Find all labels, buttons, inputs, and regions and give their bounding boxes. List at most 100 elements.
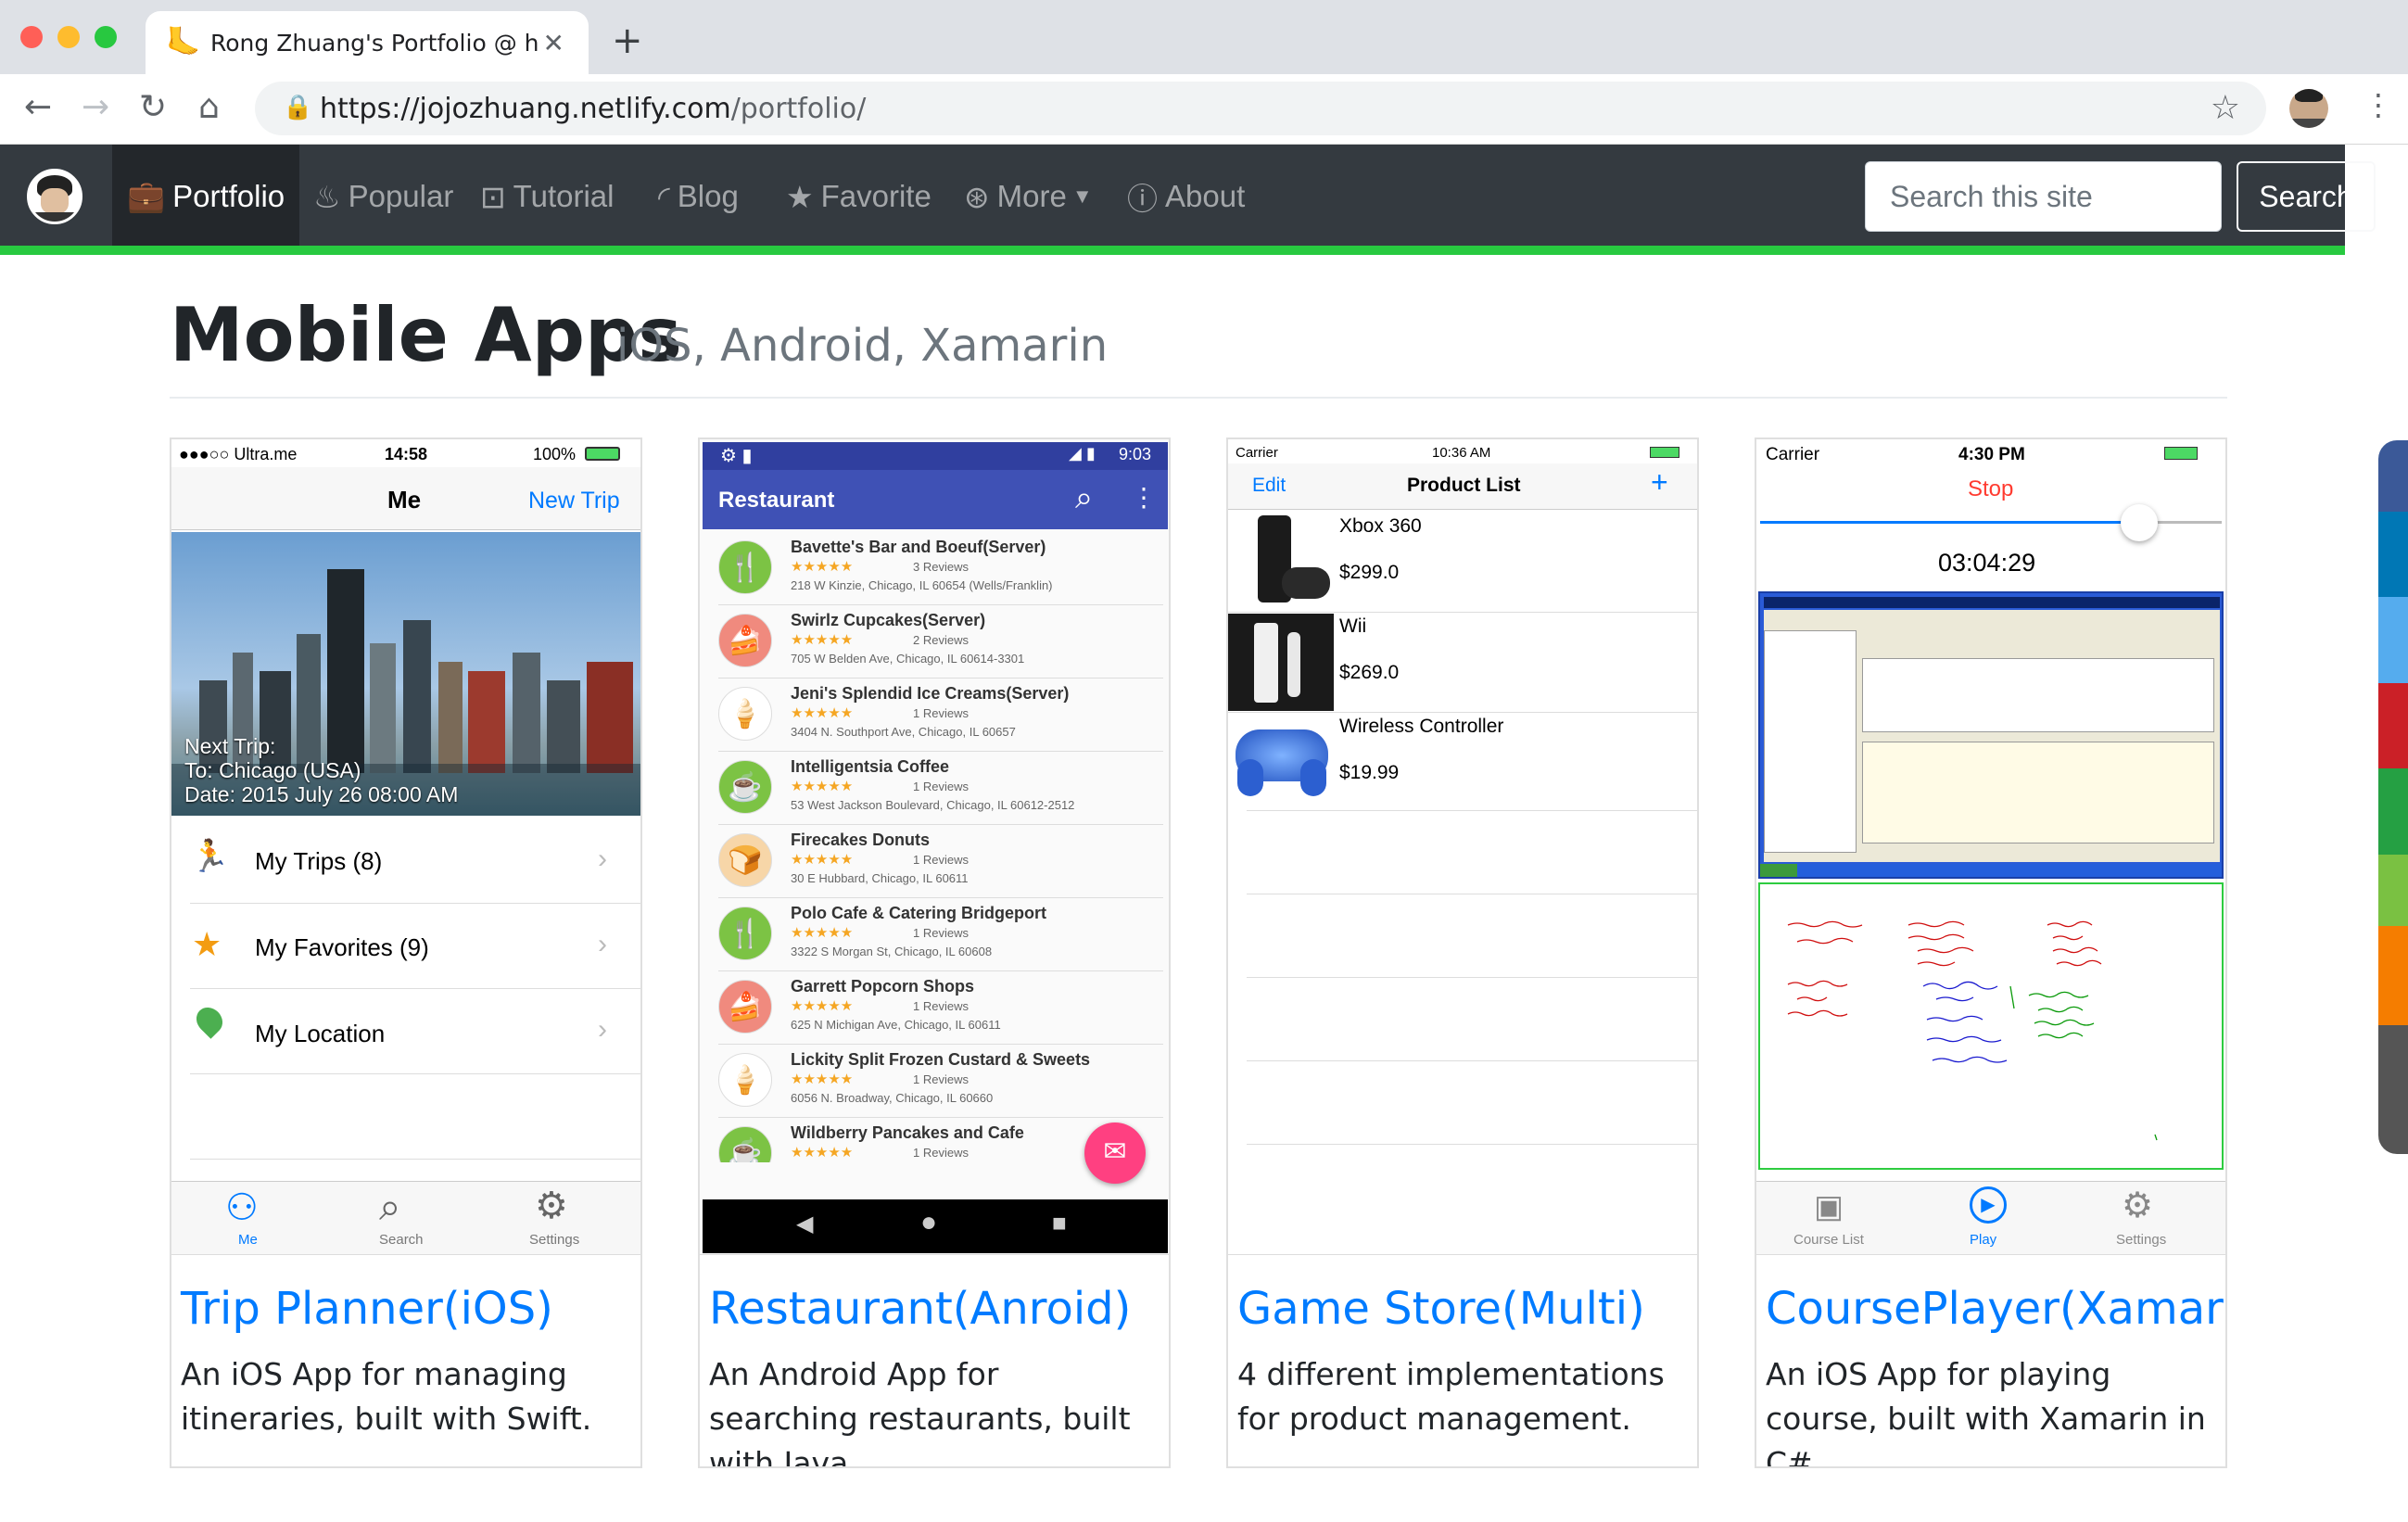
rating-stars: ★★★★★ (791, 852, 854, 868)
menu-dots-icon[interactable]: ⋮ (2364, 87, 2393, 122)
restaurant-thumbnail-icon: ☕ (718, 760, 772, 814)
bookmark-star-icon[interactable]: ☆ (2211, 89, 2240, 127)
maximize-window-button[interactable] (95, 26, 117, 48)
address-bar[interactable]: 🔒 https://jojozhuang.netlify.com/portfol… (255, 82, 2266, 135)
tab-label: Settings (2116, 1232, 2167, 1248)
review-count: 1 Reviews (913, 999, 969, 1013)
project-card-restaurant[interactable]: ⚙ ▮ ◢ ▮ 9:03 Restaurant ⌕ ⋮ 🍴 Bavette's B… (698, 438, 1171, 1468)
status-carrier: Carrier (1236, 445, 1278, 461)
status-battery: 100% (533, 445, 577, 463)
close-window-button[interactable] (20, 26, 43, 48)
battery-icon (1650, 447, 1679, 458)
nav-portfolio[interactable]: 💼 Portfolio (112, 145, 300, 248)
app-screenshot: ●●●○○ Ultra.me 14:58 100% Me New Trip Ne… (171, 439, 640, 1255)
app-screenshot: ⚙ ▮ ◢ ▮ 9:03 Restaurant ⌕ ⋮ 🍴 Bavette's B… (700, 439, 1169, 1255)
project-card-game-store[interactable]: Carrier 10:36 AM Edit Product List + Xbo… (1226, 438, 1699, 1468)
restaurant-thumbnail-icon: 🍴 (718, 540, 772, 594)
card-description: An Android App for searching restaurants… (709, 1356, 1131, 1468)
controller-image (1232, 722, 1334, 796)
battery-icon (2164, 447, 2198, 460)
profile-avatar[interactable] (2289, 89, 2328, 128)
lock-icon: 🔒 (283, 94, 313, 121)
product-name: Xbox 360 (1339, 515, 1422, 537)
restaurant-address: 53 West Jackson Boulevard, Chicago, IL 6… (791, 798, 1075, 812)
site-avatar[interactable] (27, 169, 82, 224)
nav-about[interactable]: ⓘ About (1127, 145, 1245, 248)
card-title-link[interactable]: Trip Planner(iOS) (181, 1283, 553, 1335)
scroll-color-strip[interactable] (2378, 440, 2408, 1154)
nav-favorite[interactable]: ★ Favorite (786, 145, 932, 248)
project-card-trip-planner[interactable]: ●●●○○ Ultra.me 14:58 100% Me New Trip Ne… (170, 438, 642, 1468)
forward-icon[interactable]: → (82, 91, 109, 124)
restaurant-address: 218 W Kinzie, Chicago, IL 60654 (Wells/F… (791, 578, 1053, 592)
restaurant-address: 3404 N. Southport Ave, Chicago, IL 60657 (791, 725, 1016, 739)
status-time: 14:58 (385, 445, 428, 463)
restaurant-thumbnail-icon: 🍰 (718, 980, 772, 1034)
review-count: 1 Reviews (913, 853, 969, 867)
chevron-right-icon: › (598, 929, 607, 959)
restaurant-name: Firecakes Donuts (791, 831, 931, 849)
wii-image (1228, 614, 1334, 711)
whiteboard-frame (1758, 882, 2224, 1170)
restaurant-thumbnail-icon: 🍦 (718, 687, 772, 741)
restaurant-name: Intelligentsia Coffee (791, 757, 950, 776)
video-list-icon: ▣ (1814, 1189, 1844, 1224)
chevron-circle-icon: ⊛ (964, 179, 990, 214)
restaurant-list-item: 🍰 Swirlz Cupcakes(Server) ★★★★★ 2 Reviews 70… (718, 605, 1163, 679)
rating-stars: ★★★★★ (791, 632, 854, 648)
app-screenshot: Carrier 10:36 AM Edit Product List + Xbo… (1228, 439, 1697, 1255)
next-trip-label: Next Trip: (184, 734, 276, 758)
card-title-link[interactable]: CoursePlayer(Xamarin) (1766, 1283, 2225, 1335)
stop-button: Stop (1968, 476, 2014, 501)
home-icon[interactable]: ⌂ (198, 91, 220, 124)
restaurant-list-item: ☕ Intelligentsia Coffee ★★★★★ 1 Reviews 53 W… (718, 752, 1163, 825)
android-recents-icon: ■ (1052, 1209, 1067, 1237)
back-icon[interactable]: ← (24, 91, 52, 124)
restaurant-thumbnail-icon: 🍞 (718, 833, 772, 887)
video-frame (1758, 591, 2224, 879)
page-title: Mobile Apps (170, 292, 682, 378)
restaurant-list-item: 🍦 Jeni's Splendid Ice Creams(Server) ★★★★★… (718, 679, 1163, 752)
search-icon: ⌕ (1075, 480, 1094, 515)
nav-tutorial[interactable]: ⊡ Tutorial (480, 145, 614, 248)
browser-tab-strip: 🦶 Rong Zhuang's Portfolio @ https://jojo… (0, 0, 2408, 74)
star-icon: ★ (786, 179, 814, 214)
card-description: An iOS App for playing course, built wit… (1766, 1356, 2206, 1468)
card-title-link[interactable]: Game Store(Multi) (1237, 1283, 1645, 1335)
search-input[interactable]: Search this site (1865, 161, 2222, 232)
product-price: $269.0 (1339, 662, 1400, 683)
search-button[interactable]: Search (2237, 161, 2376, 232)
fire-icon: ♨ (313, 179, 341, 214)
search-icon: ⌕ (379, 1185, 401, 1228)
info-icon: ⓘ (1127, 182, 1158, 216)
restaurant-list-item: 🍴 Polo Cafe & Catering Bridgeport ★★★★★ 1 R… (718, 898, 1163, 971)
close-icon[interactable]: ✕ (543, 28, 564, 58)
reload-icon[interactable]: ↻ (139, 91, 167, 124)
footprint-icon: 🦶 (166, 26, 201, 58)
project-card-courseplayer[interactable]: Carrier 4:30 PM Stop 03:04:29 ▣ Course L… (1755, 438, 2227, 1468)
nav-blog[interactable]: ◜ Blog (658, 145, 739, 248)
browser-tab[interactable]: 🦶 Rong Zhuang's Portfolio @ https://jojo… (146, 11, 589, 74)
restaurant-name: Wildberry Pancakes and Cafe (791, 1123, 1024, 1142)
rating-stars: ★★★★★ (791, 705, 854, 721)
person-icon: ⚇ (225, 1187, 259, 1228)
minimize-window-button[interactable] (57, 26, 80, 48)
page-subtitle: iOS, Android, Xamarin (616, 320, 1109, 372)
status-carrier: ●●●○○ Ultra.me (179, 445, 298, 463)
android-back-icon: ◀ (796, 1211, 814, 1237)
review-count: 1 Reviews (913, 780, 969, 793)
card-description: 4 different implementations for product … (1237, 1356, 1665, 1437)
slider-track-filled (1760, 521, 2140, 524)
add-icon: + (1651, 465, 1668, 499)
review-count: 3 Reviews (913, 560, 969, 574)
gear-icon: ⚙ (535, 1186, 568, 1226)
restaurant-thumbnail-icon: 🍰 (718, 614, 772, 667)
new-tab-icon[interactable]: + (612, 22, 643, 59)
nav-popular[interactable]: ♨ Popular (313, 145, 453, 248)
card-title-link[interactable]: Restaurant(Anroid) (709, 1283, 1131, 1335)
restaurant-thumbnail-icon: 🍦 (718, 1053, 772, 1107)
url-text: https://jojozhuang.netlify.com/portfolio… (320, 93, 866, 125)
nav-label: Tutorial (513, 179, 615, 213)
nav-label: Portfolio (172, 179, 285, 213)
nav-more-dropdown[interactable]: ⊛ More ▼ (964, 145, 1093, 248)
